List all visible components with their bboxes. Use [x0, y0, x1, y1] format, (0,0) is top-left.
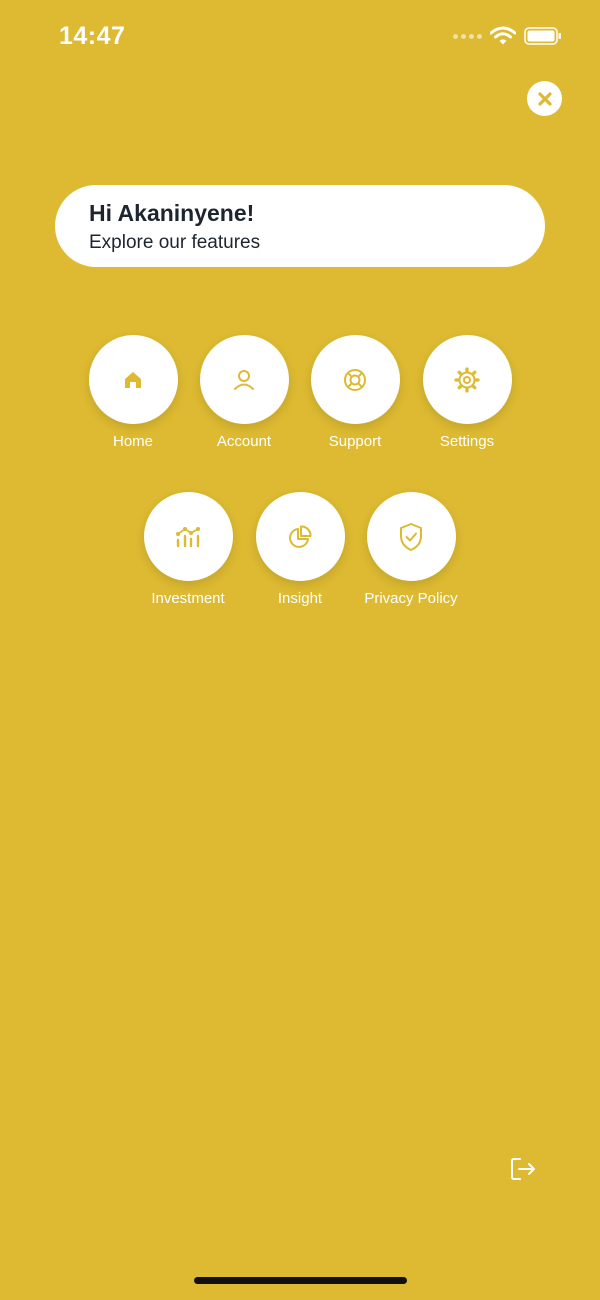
status-icons: [453, 26, 562, 46]
menu-circle-insight[interactable]: [255, 492, 345, 581]
wifi-icon: [490, 26, 516, 45]
user-icon: [234, 369, 254, 390]
menu-circle-investment[interactable]: [143, 492, 233, 581]
greeting-title: Hi Akaninyene!: [89, 200, 255, 226]
menu-label-support: Support: [328, 433, 382, 450]
home-icon: [125, 371, 141, 388]
greeting-subtitle: Explore our features: [89, 232, 261, 253]
close-button[interactable]: [527, 81, 562, 116]
shield-check-icon: [400, 522, 422, 551]
gear-icon: [454, 366, 480, 393]
signal-icon: [453, 33, 482, 39]
pie-chart-icon: [289, 525, 312, 548]
home-indicator: [194, 1277, 407, 1284]
status-bar: 14:47: [0, 0, 600, 80]
menu-circle-support[interactable]: [310, 335, 400, 424]
logout-button[interactable]: [507, 1153, 539, 1185]
menu-circle-privacy-policy[interactable]: [366, 492, 456, 581]
menu-item-support[interactable]: Support: [290, 335, 420, 450]
status-time: 14:47: [59, 22, 126, 50]
close-icon: [537, 91, 552, 106]
menu-circle-home[interactable]: [88, 335, 178, 424]
menu-item-privacy-policy[interactable]: Privacy Policy: [346, 492, 476, 607]
menu-item-settings[interactable]: Settings: [402, 335, 532, 450]
lifebuoy-icon: [344, 368, 366, 391]
menu-label-privacy-policy: Privacy Policy: [364, 590, 458, 607]
menu-label-settings: Settings: [439, 433, 495, 450]
greeting-card: Hi Akaninyene! Explore our features: [55, 185, 545, 267]
battery-icon: [524, 27, 561, 45]
menu-item-investment[interactable]: Investment: [123, 492, 253, 607]
logout-icon: [511, 1158, 535, 1180]
menu-circle-settings[interactable]: [422, 335, 512, 424]
chart-icon: [176, 526, 200, 547]
menu-label-investment: Investment: [151, 590, 225, 607]
menu-circle-account[interactable]: [199, 335, 289, 424]
